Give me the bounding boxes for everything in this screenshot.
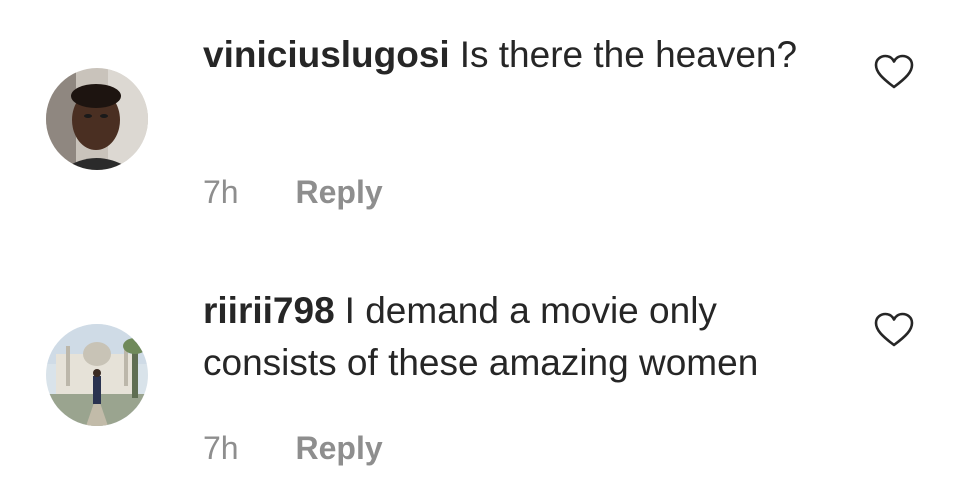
reply-button[interactable]: Reply bbox=[295, 430, 382, 466]
comment-username[interactable]: viniciuslugosi bbox=[203, 34, 450, 75]
reply-button[interactable]: Reply bbox=[295, 174, 382, 210]
comment-text: viniciuslugosi Is there the heaven? bbox=[203, 29, 843, 81]
comment-meta: 7h Reply bbox=[203, 170, 383, 214]
profile-photo-icon bbox=[46, 324, 148, 426]
comment-body: Is there the heaven? bbox=[459, 34, 798, 75]
avatar[interactable] bbox=[46, 324, 148, 426]
comment-item: viniciuslugosi Is there the heaven? 7h Re… bbox=[0, 0, 980, 250]
profile-photo-icon bbox=[46, 68, 148, 170]
heart-icon[interactable] bbox=[874, 54, 914, 90]
comment-item: riirii798 I demand a movie only consists … bbox=[0, 256, 980, 499]
comment-meta: 7h Reply bbox=[203, 426, 383, 470]
comment-time[interactable]: 7h bbox=[203, 430, 239, 466]
heart-icon[interactable] bbox=[874, 312, 914, 348]
comment-text: riirii798 I demand a movie only consists … bbox=[203, 285, 843, 389]
comment-username[interactable]: riirii798 bbox=[203, 290, 335, 331]
comment-time[interactable]: 7h bbox=[203, 174, 239, 210]
avatar[interactable] bbox=[46, 68, 148, 170]
